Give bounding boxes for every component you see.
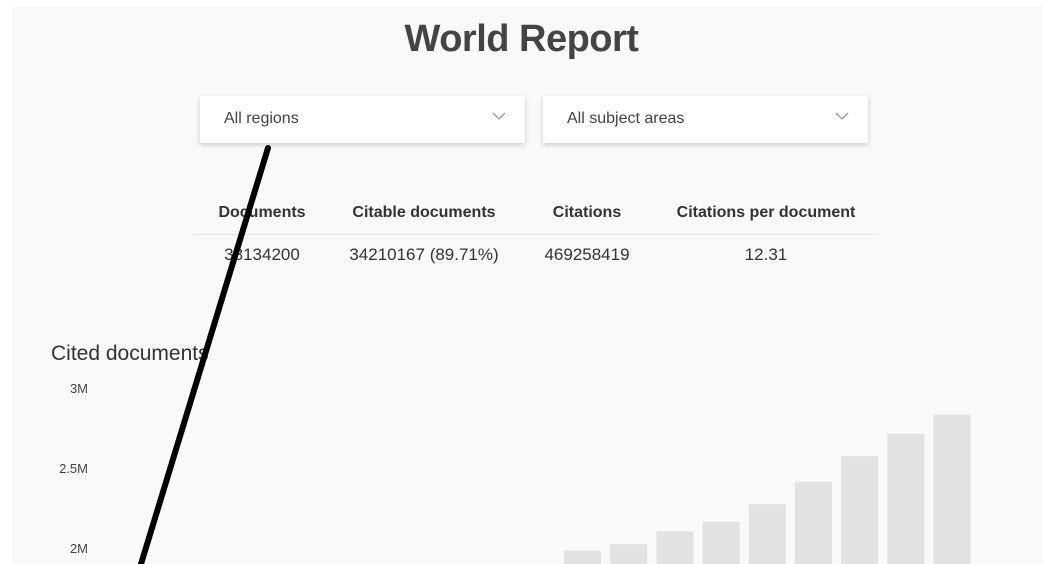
chart-bar[interactable] (748, 504, 786, 564)
chart-bar[interactable] (887, 433, 925, 564)
chart-bar[interactable] (795, 481, 832, 564)
y-tick-label: 2M (70, 541, 88, 556)
y-tick-label: 3M (70, 381, 88, 396)
chart-bar[interactable] (564, 550, 601, 564)
cited-documents-chart: 3M 2.5M 2M (59, 381, 971, 564)
chart-bar[interactable] (702, 521, 740, 564)
chart-bar[interactable] (610, 544, 648, 564)
chart-bar[interactable] (841, 456, 879, 564)
bars-group (564, 414, 971, 564)
y-axis: 3M 2.5M 2M (59, 381, 88, 556)
chart-bar[interactable] (656, 531, 694, 564)
chart-bar[interactable] (933, 414, 971, 564)
y-tick-label: 2.5M (59, 461, 88, 476)
